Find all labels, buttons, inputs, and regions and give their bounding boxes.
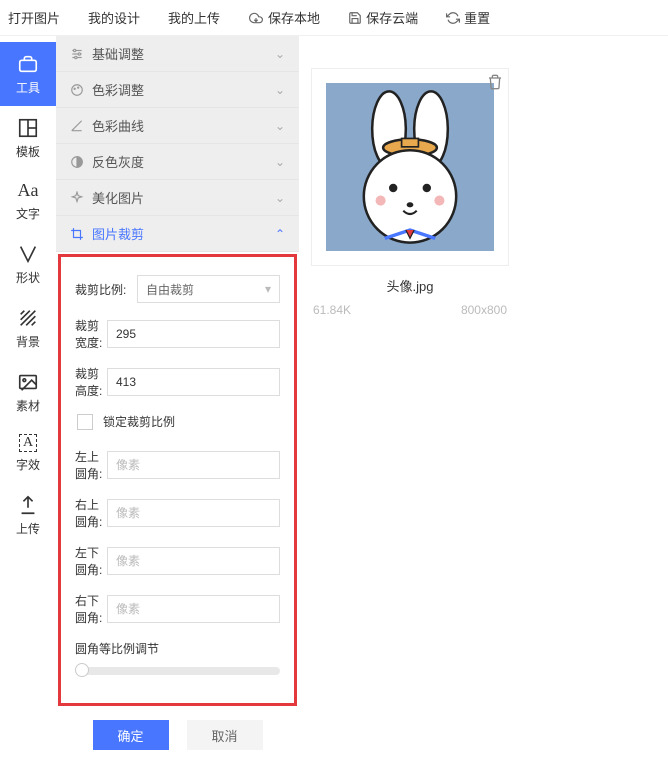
lock-ratio-checkbox[interactable] [77,414,93,430]
acc-curve[interactable]: 色彩曲线 ⌄ [56,108,299,144]
sidebar-item-text-effect[interactable]: A 字效 [0,424,56,483]
crop-icon [70,227,84,241]
br-label: 右下圆角: [75,592,107,626]
acc-crop[interactable]: 图片裁剪 ⌃ [56,216,299,252]
accordion: 基础调整 ⌄ 色彩调整 ⌄ 色彩曲线 ⌄ 反色灰度 ⌄ 美化图片 ⌄ 图片裁剪 … [56,36,299,252]
image-icon [17,370,39,393]
cancel-button[interactable]: 取消 [187,720,263,750]
hatch-icon [17,306,39,329]
refresh-icon [446,11,460,25]
canvas-area: 头像.jpg 61.84K 800x800 [299,36,668,765]
image-size: 61.84K [313,303,351,317]
menu-reset[interactable]: 重置 [446,8,490,27]
ratio-select[interactable]: 自由裁剪 ▾ [137,275,280,303]
width-label: 裁剪宽度: [75,317,107,351]
sidebar-item-tools[interactable]: 工具 [0,42,56,106]
texteffect-icon: A [19,434,37,452]
menu-my-upload[interactable]: 我的上传 [168,8,220,27]
image-name: 头像.jpg [311,276,509,295]
slider-label: 圆角等比例调节 [75,640,280,657]
sidebar-item-text[interactable]: Aa 文字 [0,170,56,232]
br-input[interactable] [107,595,280,623]
confirm-button[interactable]: 确定 [93,720,169,750]
save-icon [348,11,362,25]
top-menu: 打开图片 我的设计 我的上传 保存本地 保存云端 重置 [0,0,668,36]
shape-icon [17,242,39,265]
sidebar: 工具 模板 Aa 文字 形状 背景 素材 A 字效 上传 [0,36,56,765]
menu-save-local[interactable]: 保存本地 [248,8,320,27]
chevron-down-icon: ⌄ [275,83,285,97]
chevron-down-icon: ⌄ [275,119,285,133]
sidebar-item-material[interactable]: 素材 [0,360,56,424]
toolbox-icon [17,52,39,75]
bunny-image [326,83,494,251]
acc-basic[interactable]: 基础调整 ⌄ [56,36,299,72]
menu-open-image[interactable]: 打开图片 [8,8,60,27]
sidebar-item-background[interactable]: 背景 [0,296,56,360]
image-thumbnail[interactable] [311,68,509,266]
sidebar-item-shape[interactable]: 形状 [0,232,56,296]
tl-label: 左上圆角: [75,448,107,482]
menu-my-design[interactable]: 我的设计 [88,8,140,27]
bl-input[interactable] [107,547,280,575]
acc-beautify[interactable]: 美化图片 ⌄ [56,180,299,216]
sidebar-item-upload[interactable]: 上传 [0,483,56,547]
slider-thumb[interactable] [75,663,89,677]
image-card: 头像.jpg 61.84K 800x800 [311,68,509,317]
width-input[interactable] [107,320,280,348]
acc-color[interactable]: 色彩调整 ⌄ [56,72,299,108]
sliders-icon [70,47,84,61]
height-input[interactable] [107,368,280,396]
upload-icon [17,493,39,516]
chevron-down-icon: ⌄ [275,155,285,169]
caret-down-icon: ▾ [265,282,271,296]
tr-input[interactable] [107,499,280,527]
sparkle-icon [70,191,84,205]
layout-icon [17,116,39,139]
tool-panel: 基础调整 ⌄ 色彩调整 ⌄ 色彩曲线 ⌄ 反色灰度 ⌄ 美化图片 ⌄ 图片裁剪 … [56,36,299,765]
palette-icon [70,83,84,97]
image-dimensions: 800x800 [461,303,507,317]
cloud-down-icon [248,11,264,25]
tr-label: 右上圆角: [75,496,107,530]
tl-input[interactable] [107,451,280,479]
delete-icon[interactable] [487,74,503,90]
curve-icon [70,119,84,133]
crop-form: 裁剪比例: 自由裁剪 ▾ 裁剪宽度: 裁剪高度: 锁定裁剪比例 [58,254,297,706]
height-label: 裁剪高度: [75,365,107,399]
menu-save-cloud[interactable]: 保存云端 [348,8,418,27]
lock-ratio-label: 锁定裁剪比例 [103,413,175,430]
chevron-down-icon: ⌄ [275,47,285,61]
corner-slider[interactable] [75,667,280,675]
contrast-icon [70,155,84,169]
ratio-label: 裁剪比例: [75,281,137,298]
chevron-down-icon: ⌄ [275,191,285,205]
acc-invert[interactable]: 反色灰度 ⌄ [56,144,299,180]
chevron-up-icon: ⌃ [275,227,285,241]
sidebar-item-template[interactable]: 模板 [0,106,56,170]
bl-label: 左下圆角: [75,544,107,578]
text-icon: Aa [18,180,39,201]
